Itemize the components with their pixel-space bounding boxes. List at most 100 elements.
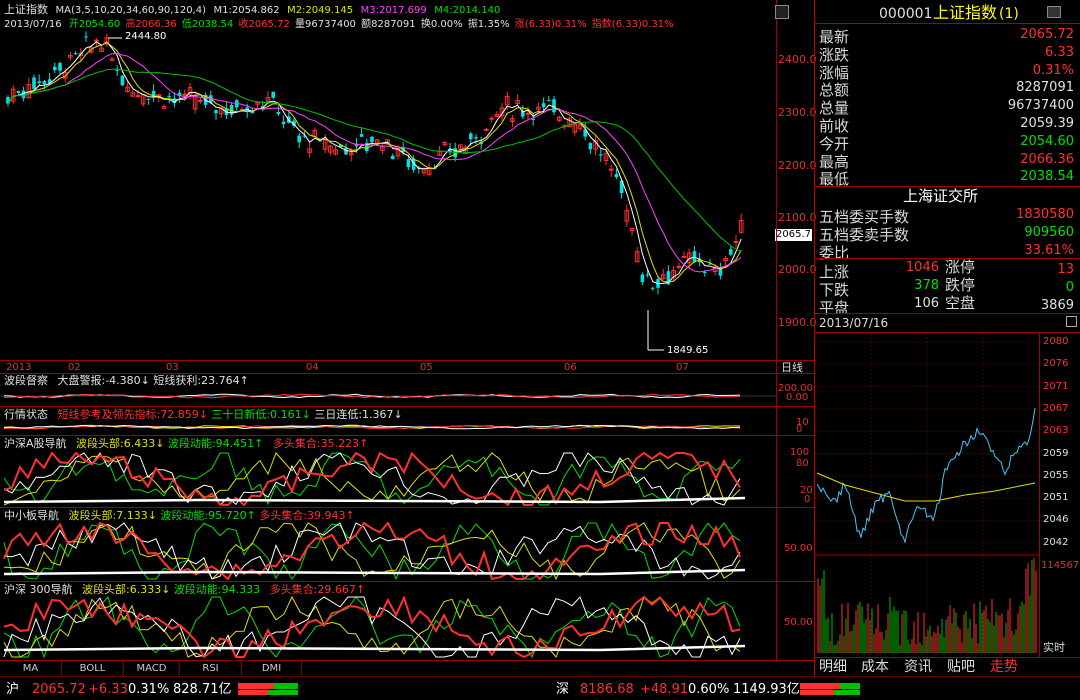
divider: [815, 313, 1080, 314]
candle-body: [541, 103, 546, 108]
window-icon[interactable]: [1047, 6, 1061, 18]
ma-m2: M2:2049.145: [287, 5, 354, 16]
sz-pct: 0.60%: [688, 682, 730, 697]
candle-body: [489, 117, 494, 120]
flat-row: 平盘 106 空盘 3869: [815, 296, 1080, 318]
price-tick: 2200.0: [778, 159, 817, 172]
quote-row-value: 2066.36: [1020, 151, 1074, 167]
tab-news[interactable]: 资讯: [904, 658, 932, 676]
candle-body: [531, 118, 535, 120]
low-marker: 1849.65: [667, 345, 709, 356]
tab-macd[interactable]: MACD: [124, 661, 180, 676]
tab-detail[interactable]: 明细: [819, 658, 847, 676]
intraday-tick: 2071: [1043, 380, 1069, 392]
panel-3-c: 多头集合:35.223↑: [272, 437, 369, 450]
panel-4-b: 波段动能:95.720↑: [160, 509, 256, 522]
tab-ma[interactable]: MA: [0, 661, 62, 676]
header-index-chg: 指数(6.33)0.31%: [591, 19, 674, 30]
panel-5-name: 沪深 300导航: [4, 583, 73, 596]
exchange-name: 上海证交所: [903, 187, 979, 205]
intraday-tick: 2059: [1043, 447, 1069, 459]
candle-body: [474, 137, 478, 139]
ma-params: MA(3,5,10,20,34,60,90,120,4): [55, 5, 207, 16]
header-low: 低2038.54: [181, 19, 234, 30]
quote-row: 最新 2065.72: [815, 25, 1080, 46]
panel-3-tick: 80: [796, 458, 809, 469]
tab-dmi[interactable]: DMI: [242, 661, 302, 676]
buy-value: 1830580: [1016, 207, 1074, 222]
candle-body: [640, 274, 645, 282]
sh-chg: +6.33: [88, 682, 128, 697]
quote-row: 总额 8287091: [815, 78, 1080, 99]
bar-up: [238, 683, 274, 689]
realtime-label[interactable]: 实时: [1043, 642, 1065, 654]
ma-line: [7, 68, 742, 253]
panel-3-tick: 0: [804, 494, 811, 505]
intraday-tick: 2076: [1043, 358, 1069, 370]
kline-chart[interactable]: [0, 30, 814, 360]
quote-code: 000001: [879, 6, 933, 22]
panel-divider: [0, 581, 814, 582]
quote-row: 涨跌 6.33: [815, 43, 1080, 64]
panel-5-chart: [3, 596, 746, 658]
candle-body: [53, 66, 57, 71]
panel-3-name: 沪深A股导航: [4, 437, 67, 450]
bar-down: [840, 683, 860, 689]
intraday-tick: 2055: [1043, 469, 1069, 481]
tab-forum[interactable]: 贴吧: [947, 658, 975, 676]
quote-row: 前收 2059.39: [815, 114, 1080, 135]
index-name: 上证指数: [4, 3, 48, 16]
intraday-chart[interactable]: [815, 333, 1039, 658]
header-volume: 量96737400: [295, 19, 356, 30]
candle-body: [469, 133, 473, 140]
ratio-value: 33.61%: [1024, 243, 1074, 258]
intraday-tick: 2067: [1043, 402, 1069, 414]
collapse-icon[interactable]: [1066, 316, 1077, 327]
indicator-base-line: [3, 496, 746, 504]
panel-3-a: 波段头部:6.433↓: [76, 437, 165, 450]
quote-panel: 000001 上证指数 (1) 最新 2065.72 涨跌 6.33 涨幅 0.31% 总额…: [775, 0, 1080, 676]
quote-row-value: 6.33: [1045, 44, 1074, 60]
tab-rsi[interactable]: RSI: [180, 661, 242, 676]
sh-label: 沪: [6, 682, 20, 697]
sh-price: 2065.72: [32, 682, 86, 697]
tab-trend[interactable]: 走势: [990, 658, 1018, 676]
sh-pct: 0.31%: [128, 682, 170, 697]
candle-body: [58, 62, 62, 71]
limit-up-label: 涨停: [945, 258, 976, 276]
limit-down-label: 跌停: [945, 276, 976, 294]
intraday-tick: 2063: [1043, 425, 1069, 437]
candle-body: [115, 69, 119, 71]
bar-down: [274, 683, 298, 689]
quote-row-value: 2065.72: [1020, 27, 1074, 42]
sh-amount: 828.71亿: [173, 682, 232, 697]
panel-4-header: 中小板导航 波段头部:7.133↓ 波段动能:95.720↑ 多头集合:39.9…: [4, 510, 355, 522]
bar-down: [834, 690, 860, 695]
quote-row: 最低 2038.54: [815, 167, 1080, 188]
panel-3-header: 沪深A股导航 波段头部:6.433↓ 波段动能:94.451↑ 多头集合:35.…: [4, 438, 368, 450]
indicator-base-line: [3, 644, 746, 652]
ma-m3: M3:2017.699: [360, 5, 427, 16]
panel-5-header: 沪深 300导航 波段头部:6.333↓ 波段动能:94.333 多头集合:29…: [4, 584, 365, 596]
tab-boll[interactable]: BOLL: [62, 661, 124, 676]
sell-volume-row: 五档委卖手数 909560: [815, 223, 1080, 244]
price-tick: 1900.0: [778, 316, 817, 329]
intraday-tick: 2051: [1043, 492, 1069, 504]
ma-m4: M4:2014.140: [434, 5, 501, 16]
tab-cost[interactable]: 成本: [861, 658, 889, 676]
intraday-axis-border: [1039, 333, 1040, 658]
status-bar: 沪 2065.72 +6.33 0.31% 828.71亿 深 8186.68 …: [0, 676, 1080, 700]
ratio-row: 委比 33.61%: [815, 241, 1080, 262]
candle-body: [681, 255, 687, 258]
candle-body: [16, 91, 21, 93]
candle-body: [703, 271, 707, 273]
candle-body: [645, 274, 650, 276]
candle-body: [733, 240, 739, 243]
candle-body: [73, 53, 78, 55]
candle-body: [135, 95, 141, 98]
limit-up-value: 13: [1057, 262, 1074, 277]
panel-5-c: 多头集合:29.667↑: [269, 583, 366, 596]
candle-body: [599, 154, 603, 156]
bar-down: [268, 690, 298, 695]
